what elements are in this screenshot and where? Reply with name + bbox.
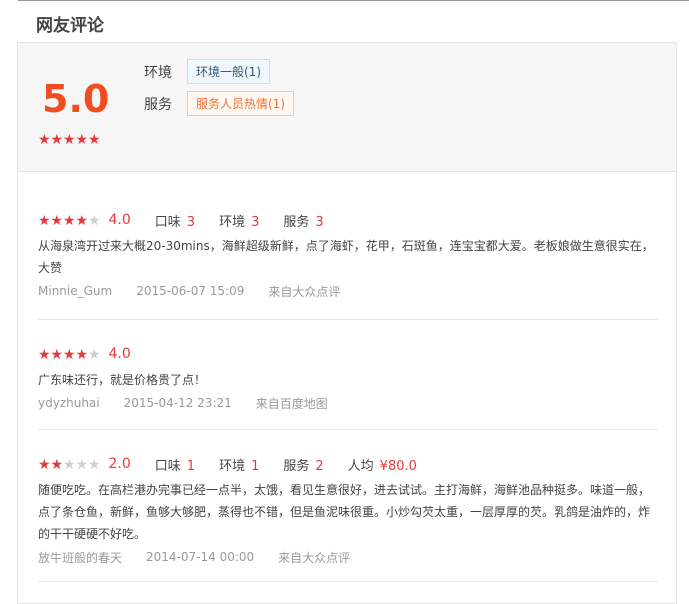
review-stars: ★★★★★ [38, 212, 101, 228]
review-user[interactable]: 放牛班般的春天 [38, 549, 122, 566]
sub-rating-label: 环境 [219, 214, 246, 230]
review-user[interactable]: ydyzhuhai [38, 396, 100, 410]
review-header: ★★★★★ 4.0 口味 3 环境 3 服务 3 [38, 209, 658, 231]
star-empty-icon: ★ [75, 457, 89, 473]
sub-rating-label: 环境 [219, 458, 246, 474]
star-filled-icon: ★ [38, 347, 51, 363]
sub-rating-value: ¥80.0 [379, 458, 417, 474]
sub-rating-taste: 口味 3 [155, 211, 195, 230]
sub-rating-environment: 环境 3 [219, 211, 259, 230]
review-header: ★★★★★ 4.0 [38, 343, 658, 365]
review-source: 来自大众点评 [268, 284, 341, 299]
sub-rating-label: 口味 [154, 458, 181, 474]
sub-rating-value: 3 [251, 214, 260, 230]
star-filled-icon: ★ [50, 347, 64, 363]
star-filled-icon: ★ [38, 457, 51, 473]
sub-rating-avg-price: 人均 ¥80.0 [348, 455, 417, 474]
sub-rating-label: 服务 [283, 458, 310, 474]
section-title: 网友评论 [36, 16, 104, 36]
tag-label-environment: 环境 [144, 64, 172, 81]
star-empty-icon: ★ [63, 457, 76, 473]
tag-environment[interactable]: 环境一般(1) [187, 59, 270, 84]
star-filled-icon: ★ [50, 457, 64, 473]
star-filled-icon: ★ [38, 132, 51, 148]
star-filled-icon: ★ [88, 132, 101, 148]
sub-rating-environment: 环境 1 [219, 455, 259, 474]
star-filled-icon: ★ [38, 213, 51, 229]
star-filled-icon: ★ [63, 132, 76, 148]
review-header: ★★★★★ 2.0 口味 1 环境 1 服务 2 人均 ¥80.0 [38, 453, 658, 475]
review-meta: Minnie_Gum 2015-06-07 15:09 来自大众点评 [38, 281, 658, 301]
review-item: ★★★★★ 4.0 广东味还行，就是价格贵了点！ ydyzhuhai 2015-… [38, 343, 658, 430]
sub-rating-value: 1 [186, 458, 196, 474]
review-stars: ★★★★★ [38, 346, 101, 362]
review-text: 从海泉湾开过来大概20-30mins，海鲜超级新鲜，点了海虾，花甲，石斑鱼，连宝… [38, 239, 654, 275]
review-item: ★★★★★ 4.0 口味 3 环境 3 服务 3 从海泉湾开过来大概20-30mins… [38, 209, 658, 320]
review-date: 2015-06-07 15:09 [136, 284, 245, 298]
rating-summary: 5.0 ★★★★★ 环境 环境一般(1) 服务 服务人员热情(1) [18, 43, 676, 172]
sub-rating-value: 3 [186, 214, 196, 230]
tag-service[interactable]: 服务人员热情(1) [187, 91, 294, 116]
sub-rating-label: 服务 [283, 214, 310, 230]
sub-rating-value: 2 [315, 458, 324, 474]
review-meta: ydyzhuhai 2015-04-12 23:21 来自百度地图 [38, 393, 658, 413]
review-date: 2015-04-12 23:21 [123, 396, 232, 410]
star-filled-icon: ★ [75, 213, 89, 229]
tag-row-service: 服务 服务人员热情(1) [144, 91, 294, 116]
review-score: 4.0 [108, 346, 131, 362]
star-empty-icon: ★ [88, 347, 101, 363]
review-date: 2014-07-14 00:00 [146, 550, 255, 564]
star-empty-icon: ★ [88, 457, 101, 473]
review-user[interactable]: Minnie_Gum [38, 284, 112, 298]
tag-label-service: 服务 [144, 96, 172, 113]
review-source: 来自百度地图 [255, 396, 328, 411]
star-filled-icon: ★ [75, 132, 89, 148]
review-score: 4.0 [108, 212, 131, 228]
sub-rating-label: 人均 [347, 458, 374, 474]
sub-rating-service: 服务 3 [283, 211, 323, 230]
star-empty-icon: ★ [88, 213, 101, 229]
review-score: 2.0 [108, 456, 131, 472]
star-filled-icon: ★ [63, 213, 76, 229]
star-filled-icon: ★ [50, 132, 64, 148]
review-meta: 放牛班般的春天 2014-07-14 00:00 来自大众点评 [38, 547, 658, 567]
review-panel: 5.0 ★★★★★ 环境 环境一般(1) 服务 服务人员热情(1) ★★★★★ … [17, 42, 677, 604]
top-divider [18, 0, 689, 1]
tag-row-environment: 环境 环境一般(1) [144, 59, 270, 84]
star-filled-icon: ★ [50, 213, 64, 229]
sub-rating-service: 服务 2 [283, 455, 323, 474]
review-item: ★★★★★ 2.0 口味 1 环境 1 服务 2 人均 ¥80.0 随便吃吃。在高栏港办… [38, 453, 658, 582]
star-filled-icon: ★ [75, 347, 89, 363]
sub-rating-label: 口味 [154, 214, 181, 230]
overall-stars: ★★★★★ [38, 131, 101, 147]
review-stars: ★★★★★ [38, 456, 101, 472]
overall-score: 5.0 [42, 77, 110, 121]
review-source: 来自大众点评 [278, 550, 351, 565]
star-filled-icon: ★ [63, 347, 76, 363]
sub-rating-value: 1 [251, 458, 260, 474]
review-text: 随便吃吃。在高栏港办完事已经一点半，太饿，看见生意很好，进去试试。主打海鲜，海鲜… [38, 483, 651, 541]
sub-rating-taste: 口味 1 [155, 455, 195, 474]
review-text: 广东味还行，就是价格贵了点！ [38, 373, 207, 387]
sub-rating-value: 3 [315, 214, 324, 230]
